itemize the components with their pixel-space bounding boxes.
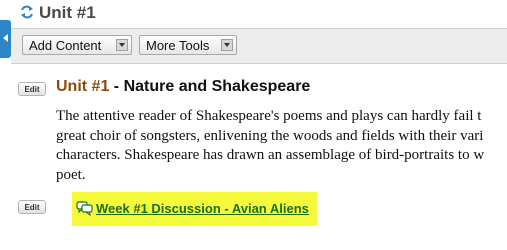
description-line: The attentive reader of Shakespeare's po…	[56, 108, 482, 124]
title-bar: Unit #1	[11, 0, 507, 26]
more-tools-button[interactable]: More Tools	[139, 35, 237, 55]
description-line: great choir of songsters, enlivening the…	[56, 127, 484, 144]
description-line: poet.	[56, 166, 86, 183]
item-heading[interactable]: Unit #1 - Nature and Shakespeare	[56, 78, 310, 96]
discussion-bubbles-icon	[76, 201, 93, 216]
edit-discussion-button[interactable]: Edit	[18, 200, 46, 214]
chevron-down-icon	[116, 39, 128, 51]
item-title: - Nature and Shakespeare	[109, 78, 311, 95]
more-tools-label: More Tools	[146, 37, 210, 53]
edit-item-button[interactable]: Edit	[18, 82, 46, 96]
description-line: characters. Shakespeare has drawn an ass…	[56, 147, 485, 163]
add-content-button[interactable]: Add Content	[22, 35, 132, 55]
action-toolbar: Add Content More Tools	[11, 28, 507, 64]
collapse-sidebar-tab[interactable]	[0, 20, 11, 58]
add-content-label: Add Content	[29, 37, 102, 53]
item-description: The attentive reader of Shakespeare's po…	[56, 107, 484, 185]
page-title: Unit #1	[39, 3, 96, 22]
discussion-link[interactable]: Week #1 Discussion - Avian Aliens	[96, 201, 309, 216]
refresh-icon[interactable]	[20, 5, 34, 19]
collapse-arrow-icon	[3, 34, 8, 42]
item-unit-label: Unit #1	[56, 78, 110, 95]
chevron-down-icon	[221, 39, 233, 51]
